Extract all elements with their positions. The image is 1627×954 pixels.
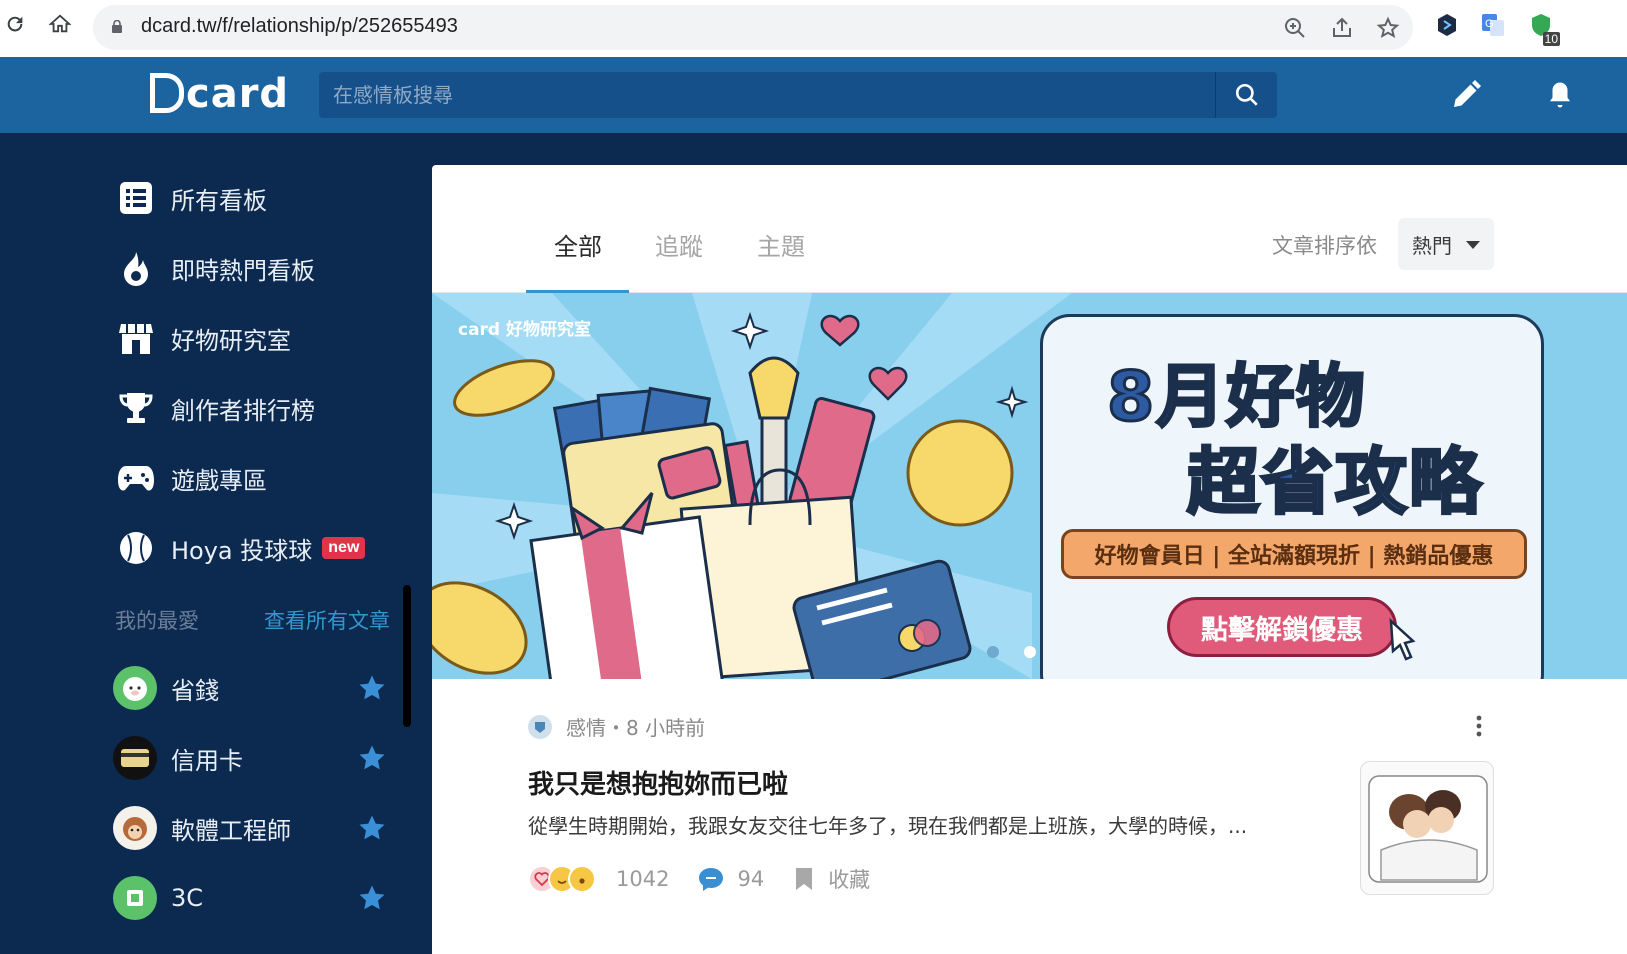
banner-unlock-button[interactable]: 點擊解鎖優惠 <box>1167 597 1397 657</box>
favorite-label: 省錢 <box>171 676 219 705</box>
tab-topics[interactable]: 主題 <box>757 227 805 262</box>
sidebar-item-trending-boards[interactable]: 即時熱門看板 <box>117 248 315 288</box>
home-icon[interactable] <box>45 9 75 39</box>
comment-count: 94 <box>737 867 765 891</box>
bookmark-star-icon[interactable] <box>1376 16 1400 40</box>
sidebar-scrollbar[interactable] <box>403 585 411 727</box>
pointer-hand-icon <box>1389 617 1416 661</box>
baseball-icon <box>117 529 155 567</box>
main-feed: 全部 追蹤 主題 文章排序依 熱門 card 好物研究室 8月好物 超省攻略 好… <box>432 165 1627 954</box>
favorite-star-icon[interactable] <box>356 813 388 843</box>
board-icon <box>528 714 552 739</box>
tab-all[interactable]: 全部 <box>554 227 602 262</box>
board-avatar <box>113 666 157 710</box>
new-badge: new <box>322 537 366 559</box>
write-post-pencil-icon[interactable] <box>1448 77 1484 113</box>
search-button[interactable] <box>1215 72 1277 118</box>
browser-toolbar: dcard.tw/f/relationship/p/252655493 G 10 <box>0 0 1627 57</box>
search-icon <box>1235 83 1258 106</box>
sidebar: 所有看板 即時熱門看板 好物研究室 創作者排行榜 遊戲專區 Hoya 投球球 n… <box>0 133 432 954</box>
notification-bell-icon[interactable] <box>1545 79 1575 111</box>
sidebar-item-goods-lab[interactable]: 好物研究室 <box>117 318 291 358</box>
translate-icon[interactable]: G <box>1480 12 1506 38</box>
extension-badge: 10 <box>1542 32 1560 46</box>
sidebar-item-label: 好物研究室 <box>171 326 291 355</box>
post-meta: 感情 ・8 小時前 <box>528 712 705 741</box>
carousel-dot-active[interactable] <box>1024 646 1036 658</box>
promo-banner[interactable]: card 好物研究室 8月好物 超省攻略 好物會員日 | 全站滿額現折 | 熱銷… <box>432 293 1627 679</box>
sort-value: 熱門 <box>1412 233 1452 258</box>
post-time: ・8 小時前 <box>606 716 706 740</box>
post-board[interactable]: 感情 <box>566 712 606 741</box>
favorites-title: 我的最愛 <box>115 609 199 633</box>
zoom-icon[interactable] <box>1283 16 1307 40</box>
tab-following[interactable]: 追蹤 <box>655 227 703 262</box>
sidebar-item-label: 即時熱門看板 <box>171 256 315 285</box>
chevron-down-icon <box>1466 241 1480 249</box>
post-excerpt[interactable]: 從學生時期開始，我跟女友交往七年多了，現在我們都是上班族，大學的時候，... <box>528 810 1328 839</box>
post-thumbnail[interactable] <box>1360 761 1494 895</box>
favorite-board-3c[interactable]: 3C <box>113 875 388 921</box>
trophy-icon <box>117 389 155 427</box>
sidebar-item-all-boards[interactable]: 所有看板 <box>117 178 267 218</box>
save-label[interactable]: 收藏 <box>828 864 870 894</box>
favorite-star-icon[interactable] <box>356 673 388 703</box>
extension-hex-icon[interactable] <box>1434 12 1460 38</box>
svg-text:G: G <box>1485 18 1494 30</box>
flame-icon <box>117 249 155 287</box>
post-title[interactable]: 我只是想抱抱妳而已啦 <box>528 764 788 801</box>
comment-icon[interactable] <box>697 866 725 892</box>
favorite-label: 3C <box>171 884 204 912</box>
favorites-header: 我的最愛 查看所有文章 <box>115 605 390 635</box>
favorite-label: 軟體工程師 <box>171 816 291 845</box>
sidebar-item-label: 創作者排行榜 <box>171 396 315 425</box>
site-header: card <box>0 57 1627 133</box>
store-icon <box>117 319 155 357</box>
sidebar-item-creator-ranking[interactable]: 創作者排行榜 <box>117 388 315 428</box>
logo-text: card <box>186 71 290 117</box>
dcard-logo-mark <box>150 73 184 113</box>
gamepad-icon <box>117 459 155 497</box>
sort-label: 文章排序依 <box>1272 234 1377 258</box>
favorite-star-icon[interactable] <box>356 743 388 773</box>
sidebar-item-games[interactable]: 遊戲專區 <box>117 458 267 498</box>
search-input[interactable] <box>319 72 1215 118</box>
reaction-count: 1042 <box>616 867 670 891</box>
post-stats: 1042 94 收藏 <box>528 864 870 894</box>
reload-icon[interactable] <box>0 9 30 39</box>
view-all-posts-link[interactable]: 查看所有文章 <box>264 605 390 635</box>
extension-shield-icon[interactable]: 10 <box>1528 12 1560 46</box>
sidebar-item-label: Hoya 投球球 <box>171 536 313 565</box>
board-avatar <box>113 806 157 850</box>
sidebar-item-label: 遊戲專區 <box>171 466 267 495</box>
favorite-star-icon[interactable] <box>356 883 388 913</box>
banner-benefits-strip: 好物會員日 | 全站滿額現折 | 熱銷品優惠 <box>1061 529 1527 579</box>
surprise-reaction-icon <box>568 865 596 893</box>
lock-icon <box>112 20 122 33</box>
url-text: dcard.tw/f/relationship/p/252655493 <box>141 15 458 37</box>
dcard-logo[interactable]: card <box>150 71 289 117</box>
list-icon <box>117 179 155 217</box>
carousel-dot[interactable] <box>987 646 999 658</box>
banner-title-line2: 超省攻略 <box>1185 439 1484 526</box>
board-avatar <box>113 876 157 920</box>
more-options-icon[interactable] <box>1472 714 1486 738</box>
sort-dropdown[interactable]: 熱門 <box>1398 218 1494 270</box>
banner-promo-card: 8月好物 超省攻略 好物會員日 | 全站滿額現折 | 熱銷品優惠 點擊解鎖優惠 <box>1040 314 1544 679</box>
search-bar <box>319 72 1277 118</box>
board-avatar <box>113 736 157 780</box>
favorite-board-save-money[interactable]: 省錢 <box>113 665 388 711</box>
bookmark-icon[interactable] <box>794 866 814 892</box>
sidebar-item-hoya[interactable]: Hoya 投球球 new <box>117 528 366 568</box>
share-icon[interactable] <box>1330 16 1354 40</box>
banner-brand: card 好物研究室 <box>458 320 592 340</box>
address-bar[interactable]: dcard.tw/f/relationship/p/252655493 <box>93 5 1413 50</box>
favorite-label: 信用卡 <box>171 746 243 775</box>
sidebar-item-label: 所有看板 <box>171 186 267 215</box>
favorite-board-credit-card[interactable]: 信用卡 <box>113 735 388 781</box>
favorite-board-software-engineer[interactable]: 軟體工程師 <box>113 805 388 851</box>
